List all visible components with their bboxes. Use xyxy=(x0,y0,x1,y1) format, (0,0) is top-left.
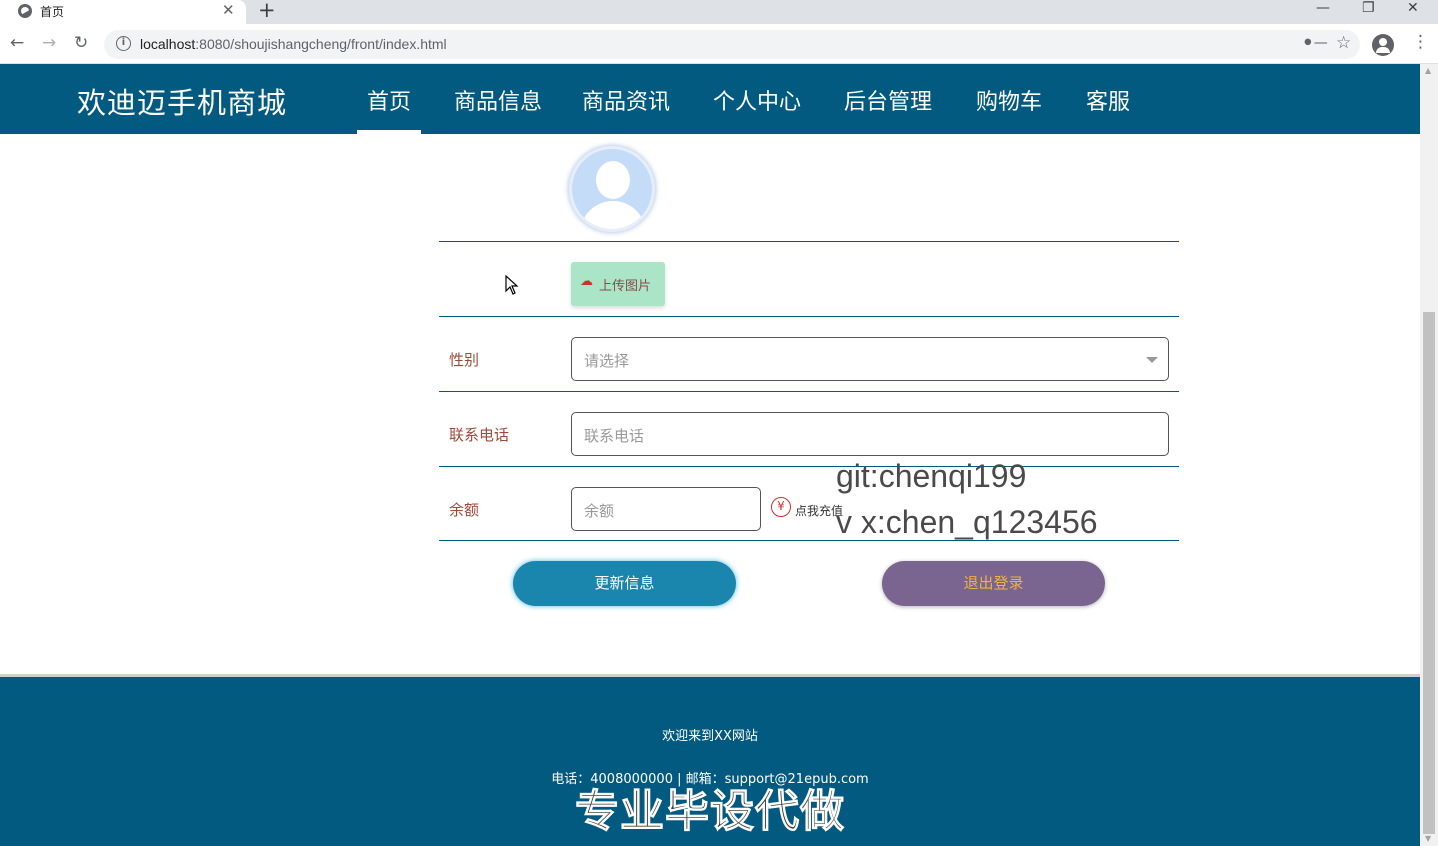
scroll-thumb[interactable] xyxy=(1423,312,1435,834)
restore-icon[interactable]: ❐ xyxy=(1362,0,1375,16)
page-viewport: 欢迪迈手机商城 首页 商品信息 商品资讯 个人中心 后台管理 购物车 客服 ☁ … xyxy=(0,64,1420,846)
browser-toolbar: ← → ↻ i localhost:8080/shoujishangcheng/… xyxy=(0,24,1438,64)
url-text: localhost:8080/shoujishangcheng/front/in… xyxy=(140,36,447,52)
tab-title: 首页 xyxy=(40,5,65,19)
nav-active-indicator xyxy=(357,130,421,134)
upload-label: 上传图片 xyxy=(599,279,652,294)
yen-icon[interactable]: ¥ xyxy=(771,497,791,517)
phone-input[interactable]: 联系电话 xyxy=(571,412,1169,456)
gender-label: 性别 xyxy=(449,351,480,369)
divider xyxy=(439,466,1179,467)
key-icon[interactable]: ⚫— xyxy=(1302,35,1328,51)
reload-icon[interactable]: ↻ xyxy=(74,33,88,53)
update-info-button[interactable]: 更新信息 xyxy=(513,561,736,606)
nav-news[interactable]: 商品资讯 xyxy=(582,84,670,116)
balance-input[interactable]: 余额 xyxy=(571,487,761,531)
chevron-down-icon xyxy=(1146,357,1158,363)
nav-personal-center[interactable]: 个人中心 xyxy=(713,84,801,116)
divider xyxy=(439,391,1179,392)
phone-placeholder: 联系电话 xyxy=(584,427,645,445)
new-tab-button[interactable]: + xyxy=(258,0,276,22)
site-footer: 欢迎来到XX网站 电话：4008000000 | 邮箱：support@21ep… xyxy=(0,674,1420,846)
divider xyxy=(439,316,1179,317)
cloud-upload-icon: ☁ xyxy=(580,274,593,289)
mouse-cursor-icon xyxy=(505,275,519,295)
upload-image-button[interactable]: ☁ 上传图片 xyxy=(571,262,665,306)
balance-label: 余额 xyxy=(449,501,480,519)
close-tab-icon[interactable]: ✕ xyxy=(222,1,235,19)
scroll-down-icon[interactable]: ▼ xyxy=(1425,834,1431,843)
footer-welcome: 欢迎来到XX网站 xyxy=(662,729,758,744)
balance-placeholder: 余额 xyxy=(584,502,615,520)
forward-arrow-icon[interactable]: → xyxy=(42,33,56,53)
address-bar[interactable]: i localhost:8080/shoujishangcheng/front/… xyxy=(104,30,1360,59)
browser-tab[interactable]: 首页 ✕ xyxy=(0,0,246,24)
minimize-icon[interactable]: — xyxy=(1316,0,1330,16)
browser-tab-bar: 首页 ✕ + — ❐ ✕ xyxy=(0,0,1438,24)
logout-button[interactable]: 退出登录 xyxy=(882,561,1105,606)
profile-icon[interactable] xyxy=(1372,34,1394,56)
info-icon[interactable]: i xyxy=(116,36,131,51)
nav-home[interactable]: 首页 xyxy=(367,84,411,116)
phone-label: 联系电话 xyxy=(449,426,510,444)
watermark-wx: v x:chen_q123456 xyxy=(836,504,1098,540)
nav-products[interactable]: 商品信息 xyxy=(454,84,542,116)
user-avatar xyxy=(569,146,655,232)
nav-admin[interactable]: 后台管理 xyxy=(844,84,932,116)
gender-select[interactable]: 请选择 xyxy=(571,337,1169,381)
divider xyxy=(439,241,1179,242)
nav-service[interactable]: 客服 xyxy=(1086,84,1130,116)
page-scrollbar[interactable]: ▲ ▼ xyxy=(1420,64,1438,846)
back-arrow-icon[interactable]: ← xyxy=(10,33,24,53)
gender-placeholder: 请选择 xyxy=(584,352,630,370)
site-logo[interactable]: 欢迪迈手机商城 xyxy=(77,80,287,122)
star-icon[interactable]: ☆ xyxy=(1336,33,1351,53)
watermark-stamp: 专业毕设代做 xyxy=(575,786,845,838)
scroll-up-icon[interactable]: ▲ xyxy=(1425,66,1431,75)
watermark-git: git:chenqi199 xyxy=(836,458,1027,494)
nav-cart[interactable]: 购物车 xyxy=(976,84,1042,116)
window-close-icon[interactable]: ✕ xyxy=(1407,0,1419,16)
globe-icon xyxy=(18,4,32,18)
site-header: 欢迪迈手机商城 首页 商品信息 商品资讯 个人中心 后台管理 购物车 客服 xyxy=(0,64,1420,134)
more-menu-icon[interactable]: ⋮ xyxy=(1412,32,1429,52)
